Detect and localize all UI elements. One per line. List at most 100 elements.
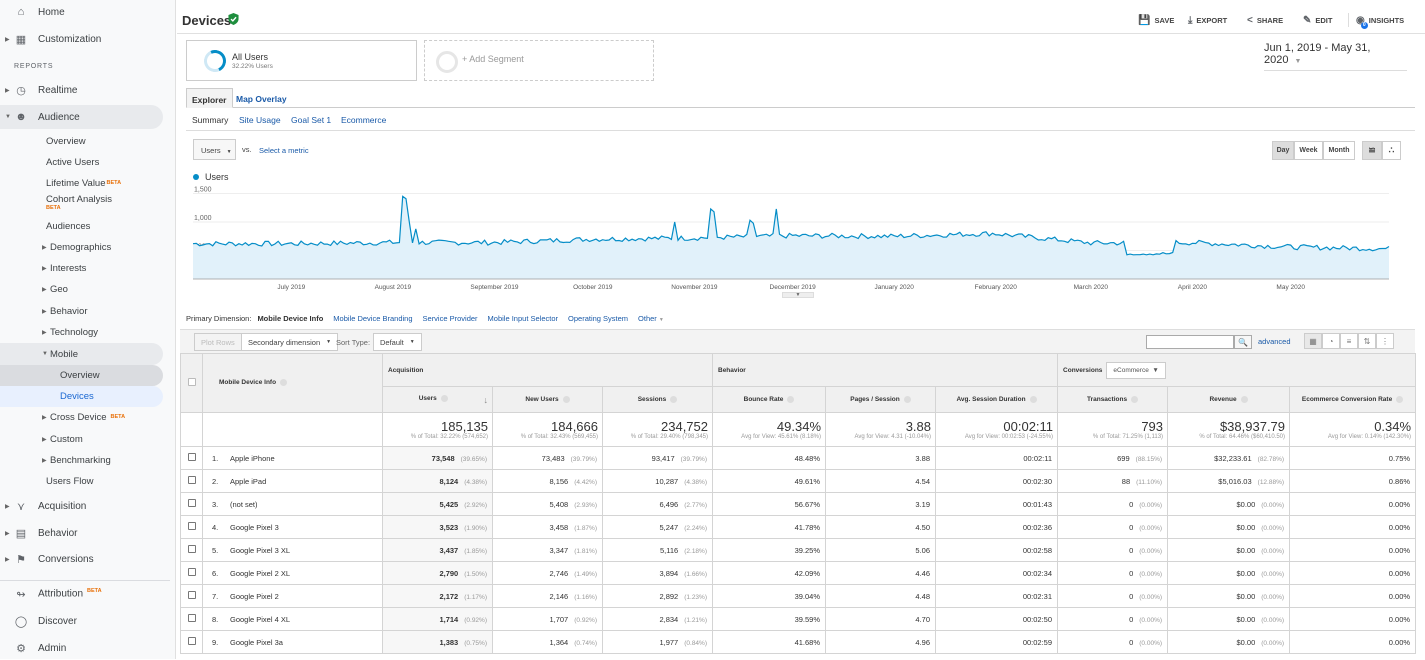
export-button[interactable]: ⤓ EXPORT <box>1188 15 1227 26</box>
subtab-ecommerce[interactable]: Ecommerce <box>341 115 386 125</box>
view-performance[interactable]: ≡ <box>1340 333 1358 349</box>
help-icon[interactable] <box>440 394 448 402</box>
tab-explorer[interactable]: Explorer <box>186 88 233 108</box>
nav-audiences[interactable]: Audiences <box>0 216 163 236</box>
row-checkbox[interactable] <box>187 453 196 461</box>
column-header-ecommerce-conversion-rate[interactable]: Ecommerce Conversion Rate <box>1289 386 1417 413</box>
nav-discover[interactable]: ◯ Discover <box>0 609 163 633</box>
nav-audience-overview[interactable]: Overview <box>0 131 163 151</box>
device-link[interactable]: Google Pixel 4 XL <box>230 615 290 624</box>
date-range-picker[interactable]: Jun 1, 2019 - May 31, 2020 ▼ <box>1264 42 1407 71</box>
nav-admin[interactable]: ⚙ Admin <box>0 636 163 660</box>
conversions-dropdown[interactable]: eCommerce ▼ <box>1106 361 1166 379</box>
view-data-table[interactable]: ▦ <box>1304 333 1322 349</box>
dimension-mobile-device-branding[interactable]: Mobile Device Branding <box>333 314 412 323</box>
device-link[interactable]: Google Pixel 2 <box>230 592 279 601</box>
help-icon[interactable] <box>1029 395 1037 403</box>
nav-interests[interactable]: ▶ Interests <box>0 258 163 278</box>
help-icon[interactable] <box>1396 395 1404 403</box>
nav-technology[interactable]: ▶ Technology <box>0 322 163 342</box>
column-header-avg-session-duration[interactable]: Avg. Session Duration <box>934 386 1059 413</box>
column-header-bounce-rate[interactable]: Bounce Rate <box>712 386 826 413</box>
help-icon[interactable] <box>787 395 795 403</box>
secondary-dimension-dropdown[interactable]: Secondary dimension ▼ <box>241 333 339 351</box>
column-header-new-users[interactable]: New Users <box>492 386 603 413</box>
dimension-operating-system[interactable]: Operating System <box>568 314 628 323</box>
view-term-cloud[interactable]: ⋮ <box>1376 333 1394 349</box>
dimension-service-provider[interactable]: Service Provider <box>423 314 478 323</box>
column-header-revenue[interactable]: Revenue <box>1167 386 1291 413</box>
row-checkbox[interactable] <box>187 568 196 576</box>
nav-mobile-devices[interactable]: Devices <box>0 386 163 407</box>
nav-behavior[interactable]: ▶ ▤ Behavior <box>0 521 163 545</box>
help-icon[interactable] <box>903 395 911 403</box>
select-metric-link[interactable]: Select a metric <box>259 146 309 155</box>
table-search-input[interactable] <box>1146 335 1234 349</box>
tab-map-overlay[interactable]: Map Overlay <box>231 88 292 108</box>
advanced-filter-link[interactable]: advanced <box>1258 337 1291 346</box>
column-header-sessions[interactable]: Sessions <box>602 386 713 413</box>
dimension-other[interactable]: Other ▼ <box>638 314 664 323</box>
device-link[interactable]: Google Pixel 3 XL <box>230 546 290 555</box>
nav-active-users[interactable]: Active Users <box>0 152 163 172</box>
view-comparison[interactable]: ⇅ <box>1358 333 1376 349</box>
nav-home[interactable]: ⌂ Home <box>0 0 163 24</box>
plot-rows-button[interactable]: Plot Rows <box>194 333 242 351</box>
nav-geo[interactable]: ▶ Geo <box>0 279 163 299</box>
nav-users-flow[interactable]: Users Flow <box>0 471 163 491</box>
nav-mobile[interactable]: ▼ Mobile <box>0 343 163 365</box>
row-checkbox[interactable] <box>187 545 196 553</box>
column-header-users[interactable]: Users ↓ <box>382 386 493 413</box>
dimension-mobile-input-selector[interactable]: Mobile Input Selector <box>488 314 558 323</box>
help-icon[interactable] <box>670 395 678 403</box>
nav-custom[interactable]: ▶ Custom <box>0 429 163 449</box>
help-icon[interactable] <box>1240 395 1248 403</box>
metric-dropdown[interactable]: Users ▼ <box>193 139 236 160</box>
share-button[interactable]: < SHARE <box>1247 15 1283 26</box>
device-link[interactable]: Apple iPhone <box>230 454 275 463</box>
subtab-goal-set-1[interactable]: Goal Set 1 <box>291 115 331 125</box>
device-link[interactable]: Apple iPad <box>230 477 266 486</box>
row-checkbox[interactable] <box>187 637 196 645</box>
subtab-summary[interactable]: Summary <box>192 115 228 125</box>
nav-realtime[interactable]: ▶ ◷ Realtime <box>0 78 163 102</box>
dimension-header[interactable]: Mobile Device Info <box>202 353 383 413</box>
nav-conversions[interactable]: ▶ ⚑ Conversions <box>0 547 163 571</box>
nav-benchmarking[interactable]: ▶ Benchmarking <box>0 450 163 470</box>
column-header-pages-session[interactable]: Pages / Session <box>825 386 936 413</box>
device-link[interactable]: (not set) <box>230 500 258 509</box>
nav-audience[interactable]: ▼ ☻ Audience <box>0 105 163 129</box>
row-checkbox[interactable] <box>187 522 196 530</box>
select-all-checkbox[interactable] <box>187 378 196 386</box>
nav-cohort-analysis[interactable]: Cohort Analysis BETA <box>0 191 163 213</box>
segment-all-users[interactable]: All Users 32.22% Users <box>186 40 417 81</box>
sort-desc-icon[interactable]: ↓ <box>484 395 489 405</box>
nav-attribution[interactable]: ↬ Attribution BETA <box>0 582 163 606</box>
edit-button[interactable]: ✎ EDIT <box>1303 15 1332 26</box>
search-button[interactable]: 🔍 <box>1234 335 1252 349</box>
help-icon[interactable] <box>280 379 288 387</box>
device-link[interactable]: Google Pixel 3a <box>230 638 283 647</box>
nav-acquisition[interactable]: ▶ ⋎ Acquisition <box>0 494 163 518</box>
motion-chart-toggle[interactable]: ∴ <box>1382 141 1401 160</box>
nav-mobile-overview[interactable]: Overview <box>0 365 163 386</box>
nav-demographics[interactable]: ▶ Demographics <box>0 237 163 257</box>
row-checkbox[interactable] <box>187 614 196 622</box>
view-percentage[interactable]: ◔ <box>1322 333 1340 349</box>
granularity-week[interactable]: Week <box>1294 141 1323 160</box>
save-button[interactable]: 💾 SAVE <box>1138 15 1174 26</box>
device-link[interactable]: Google Pixel 2 XL <box>230 569 290 578</box>
nav-audience-behavior[interactable]: ▶ Behavior <box>0 301 163 321</box>
granularity-day[interactable]: Day <box>1272 141 1294 160</box>
subtab-site-usage[interactable]: Site Usage <box>239 115 281 125</box>
nav-customization[interactable]: ▶ ▦ Customization <box>0 27 163 51</box>
row-checkbox[interactable] <box>187 499 196 507</box>
chart-resize-handle[interactable]: ▼ <box>782 292 814 298</box>
add-segment-button[interactable]: + Add Segment <box>424 40 654 81</box>
granularity-month[interactable]: Month <box>1323 141 1355 160</box>
help-icon[interactable] <box>562 395 570 403</box>
nav-cross-device[interactable]: ▶ Cross Device BETA <box>0 407 163 427</box>
help-icon[interactable] <box>1131 395 1139 403</box>
line-chart-toggle[interactable]: ≌ <box>1362 141 1382 160</box>
sort-type-dropdown[interactable]: Default ▼ <box>373 333 422 351</box>
